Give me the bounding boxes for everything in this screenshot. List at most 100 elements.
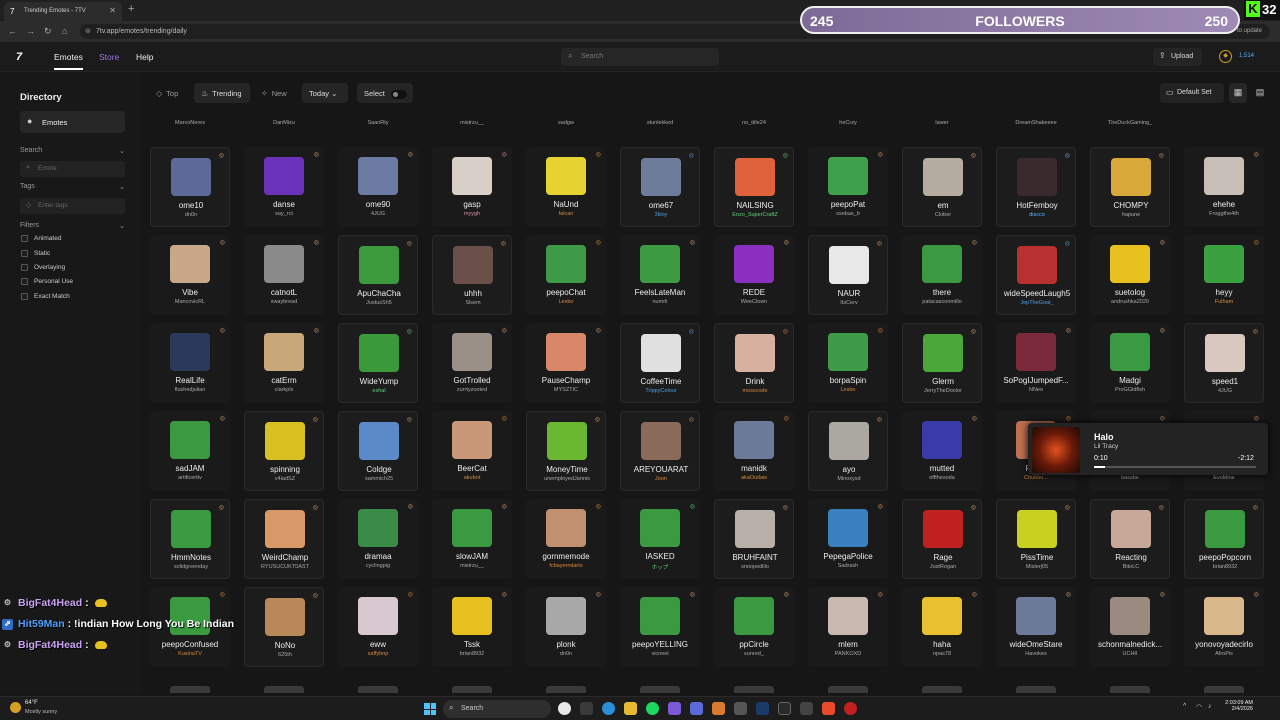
emote-card-partial[interactable]: no_title24: [714, 116, 794, 130]
emote-card[interactable]: ◎ em Clober: [902, 147, 982, 227]
emote-card-partial[interactable]: [150, 686, 230, 693]
terminal-icon[interactable]: [800, 702, 813, 715]
sidebar-item-emotes[interactable]: ● Emotes: [20, 111, 125, 133]
coin-icon[interactable]: ◆: [1219, 50, 1232, 63]
emote-card[interactable]: ◎ peepoPat ssebas_b: [808, 147, 888, 227]
new-tab-button[interactable]: +: [128, 3, 134, 15]
emote-card[interactable]: ◎ schonmalnedick... UCHII: [1090, 587, 1170, 667]
emote-card[interactable]: ◎ FeelsLateMan numrli: [620, 235, 700, 315]
emote-card-partial[interactable]: [714, 686, 794, 693]
emote-card-partial[interactable]: [902, 686, 982, 693]
emote-card-partial[interactable]: [1184, 686, 1264, 693]
emote-card[interactable]: ◎ BeerCat akubot: [432, 411, 512, 491]
search-section-header[interactable]: Search ⌄: [20, 147, 125, 155]
emote-card[interactable]: ◎ ayo Minoxysd: [808, 411, 888, 491]
emote-card-partial[interactable]: MarcoNeres: [150, 116, 230, 130]
emote-card[interactable]: ◎ haha npas78: [902, 587, 982, 667]
tab-top[interactable]: ◇ Top: [150, 83, 190, 103]
checkbox[interactable]: [21, 235, 28, 242]
emote-card[interactable]: ◎ gasp myygh: [432, 147, 512, 227]
tags-section-header[interactable]: Tags ⌄: [20, 183, 125, 191]
7tv-logo[interactable]: 7: [16, 51, 22, 63]
emote-card[interactable]: ◎ Tssk brian8932: [432, 587, 512, 667]
forward-icon[interactable]: →: [26, 26, 35, 36]
task-view-icon[interactable]: [580, 702, 593, 715]
emote-card[interactable]: ◎ NoNo 625th: [244, 587, 324, 667]
emote-card-partial[interactable]: TheDuckGaming_: [1090, 116, 1170, 130]
record-icon[interactable]: [844, 702, 857, 715]
edge-icon[interactable]: [602, 702, 615, 715]
update-label[interactable]: to update: [1237, 28, 1262, 34]
tab-new[interactable]: ✧ New: [256, 83, 296, 103]
emote-card-partial[interactable]: [338, 686, 418, 693]
tags-input[interactable]: ◇ Enter tags: [20, 198, 125, 214]
emote-card[interactable]: ◎ heyy Fulham: [1184, 235, 1264, 315]
emote-card[interactable]: ◎ there patacasconmillo: [902, 235, 982, 315]
select-toggle-button[interactable]: Select: [357, 83, 413, 103]
checkbox[interactable]: [21, 293, 28, 300]
volume-icon[interactable]: ♪: [1208, 703, 1212, 710]
emote-card[interactable]: ◎ yonovoyadecirlo AfroPis: [1184, 587, 1264, 667]
filter-overlaying[interactable]: Overlaying: [21, 264, 65, 271]
emote-card-partial[interactable]: heCrzy: [808, 116, 888, 130]
emote-card[interactable]: ◎ ApuChaCha JustusSh5: [338, 235, 418, 315]
filter-animated[interactable]: Animated: [21, 235, 61, 242]
emote-card[interactable]: ◎ suetolog andrushka2020: [1090, 235, 1170, 315]
weather-sun-icon[interactable]: [10, 702, 21, 713]
twitch-icon[interactable]: [668, 702, 681, 715]
emote-card[interactable]: ◎ mutted offthesoda: [902, 411, 982, 491]
browser-tab[interactable]: 7 Trending Emotes - 7TV ✕: [4, 2, 122, 21]
emote-card-partial[interactable]: SaanRty: [338, 116, 418, 130]
emote-card-partial[interactable]: DreamShakeeee: [996, 116, 1076, 130]
emote-card[interactable]: ◎ HotFemboy discco: [996, 147, 1076, 227]
emote-card[interactable]: ◎ dramaa cyclingpig: [338, 499, 418, 579]
filter-exact-match[interactable]: Exact Match: [21, 293, 70, 300]
emote-card-partial[interactable]: [1184, 116, 1264, 130]
toggle-switch[interactable]: [390, 89, 407, 99]
emote-card[interactable]: ◎ spinning v4ladSZ: [244, 411, 324, 491]
emote-card-partial[interactable]: [432, 686, 512, 693]
emote-card[interactable]: ◎ mlem PANKOXD: [808, 587, 888, 667]
emote-card[interactable]: ◎ ome90 4JUG: [338, 147, 418, 227]
emote-card[interactable]: ◎ speed1 4JUG: [1184, 323, 1264, 403]
emote-card[interactable]: ◎ CoffeeTime TrippyColour: [620, 323, 700, 403]
tab-trending[interactable]: ♨ Trending: [194, 83, 250, 103]
nav-store[interactable]: Store: [99, 52, 119, 62]
emote-card[interactable]: ◎ Coldge sammich25: [338, 411, 418, 491]
brave-icon[interactable]: [822, 702, 835, 715]
checkbox[interactable]: [21, 278, 28, 285]
emote-card-partial[interactable]: [620, 686, 700, 693]
emote-card[interactable]: ◎ Vibe MancovicRL: [150, 235, 230, 315]
emote-card[interactable]: ◎ PauseChamp MYSZTIC: [526, 323, 606, 403]
emote-card[interactable]: ◎ IASKED ホップ: [620, 499, 700, 579]
clock[interactable]: 2:03:09 AM 2/4/2026: [1225, 700, 1253, 712]
emote-card[interactable]: ◎ CHOMPY hapune: [1090, 147, 1170, 227]
site-info-icon[interactable]: ⊜: [85, 27, 91, 35]
emote-card[interactable]: ◎ manidk akaOutlaw: [714, 411, 794, 491]
emote-card-partial[interactable]: [808, 686, 888, 693]
chrome-icon[interactable]: [558, 702, 571, 715]
emote-card[interactable]: ◎ catErm clarkpls: [244, 323, 324, 403]
nav-help[interactable]: Help: [136, 52, 153, 62]
spotify-icon[interactable]: [646, 702, 659, 715]
list-view-icon[interactable]: ▤: [1251, 83, 1269, 103]
emote-card-partial[interactable]: DanMizu: [244, 116, 324, 130]
emote-card[interactable]: ◎ sadJAM artificerttv: [150, 411, 230, 491]
discord-icon[interactable]: [690, 702, 703, 715]
emote-card-partial[interactable]: [996, 686, 1076, 693]
emote-card-partial[interactable]: [526, 686, 606, 693]
filter-personal-use[interactable]: Personal Use: [21, 278, 73, 285]
emote-card[interactable]: ◎ PissTime Misterj05: [996, 499, 1076, 579]
file-explorer-icon[interactable]: [624, 702, 637, 715]
nav-emotes[interactable]: Emotes: [54, 52, 83, 70]
emote-card[interactable]: ◎ PepegaPolice Sadrash: [808, 499, 888, 579]
close-icon[interactable]: ✕: [109, 6, 116, 15]
default-set-button[interactable]: ▭ Default Set: [1160, 83, 1224, 103]
photoshop-icon[interactable]: [756, 702, 769, 715]
wifi-icon[interactable]: ◠: [1196, 703, 1202, 711]
emote-card-partial[interactable]: lawer: [902, 116, 982, 130]
emote-card[interactable]: ◎ BRUHFAINT snoopedillo: [714, 499, 794, 579]
emote-card[interactable]: ◎ ehehe Froggthe4th: [1184, 147, 1264, 227]
emote-card[interactable]: ◎ Reacting BitoLC: [1090, 499, 1170, 579]
tray-overflow-icon[interactable]: ^: [1183, 703, 1186, 710]
